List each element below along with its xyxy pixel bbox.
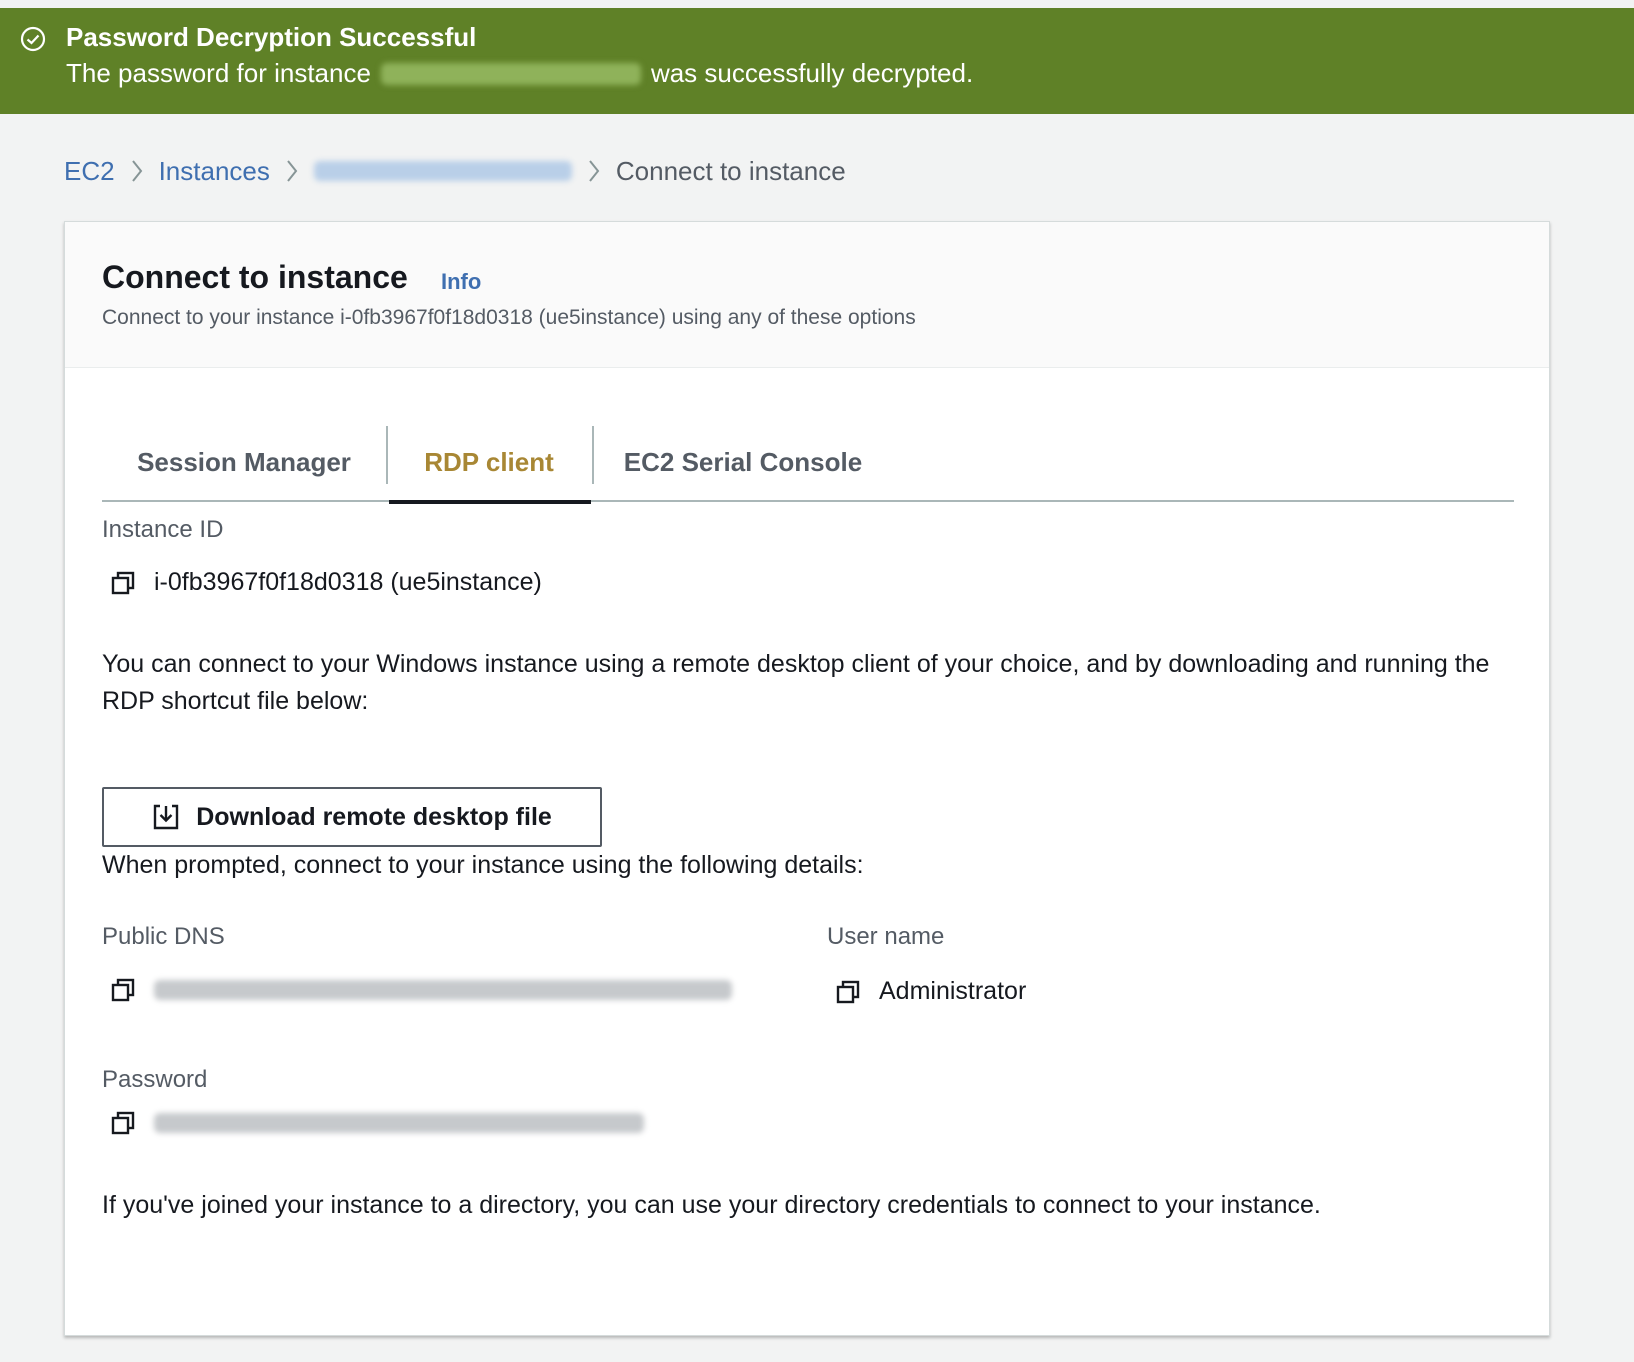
user-name-label: User name [827,923,945,950]
breadcrumb: EC2 Instances Connect to instance [64,153,846,189]
public-dns-value-redacted [154,980,732,1000]
info-link[interactable]: Info [441,269,481,295]
card-header: Connect to instance Info Connect to your… [65,222,1549,368]
chevron-right-icon [572,156,616,186]
page-title: Connect to instance [102,259,408,295]
success-flash-banner: Password Decryption Successful The passw… [0,8,1634,114]
breadcrumb-instances-link[interactable]: Instances [159,156,270,187]
tab-ec2-serial-console[interactable]: EC2 Serial Console [593,422,893,502]
prompt-text: When prompted, connect to your instance … [102,851,864,879]
instance-id-value: i-0fb3967f0f18d0318 (ue5instance) [154,568,542,596]
chevron-right-icon [270,156,314,186]
connect-card: Connect to instance Info Connect to your… [64,221,1550,1336]
user-name-row: Administrator [835,977,1026,1006]
password-row [110,1110,644,1136]
breadcrumb-instance-link-redacted[interactable] [313,161,572,181]
user-name-value: Administrator [879,977,1027,1005]
tab-rdp-client[interactable]: RDP client [387,422,591,504]
download-icon [152,803,180,831]
flash-message-suffix: was successfully decrypted. [650,58,974,88]
public-dns-row [110,977,732,1003]
breadcrumb-ec2-link[interactable]: EC2 [64,156,115,187]
breadcrumb-current: Connect to instance [615,155,846,186]
rdp-intro-text: You can connect to your Windows instance… [102,650,1490,715]
instance-id-row: i-0fb3967f0f18d0318 (ue5instance) [110,568,542,597]
instance-id-label: Instance ID [102,516,224,543]
directory-credentials-text: If you've joined your instance to a dire… [102,1191,1321,1219]
copy-icon[interactable] [110,570,136,596]
check-circle-icon [20,26,46,52]
flash-message: The password for instance was successful… [66,58,973,89]
download-rdp-file-button[interactable]: Download remote desktop file [102,787,602,847]
download-button-label: Download remote desktop file [196,802,552,831]
public-dns-label: Public DNS [102,923,225,950]
copy-icon[interactable] [110,1110,136,1136]
copy-icon[interactable] [835,979,861,1005]
password-label: Password [102,1066,208,1093]
chevron-right-icon [115,156,159,186]
tab-session-manager[interactable]: Session Manager [102,422,386,502]
flash-message-prefix: The password for instance [66,58,371,88]
flash-title: Password Decryption Successful [66,22,477,52]
tab-bar: Session Manager RDP client EC2 Serial Co… [102,422,1514,504]
card-description: Connect to your instance i-0fb3967f0f18d… [102,306,916,329]
password-value-redacted [154,1113,644,1133]
redacted-instance-id [380,62,641,85]
copy-icon[interactable] [110,977,136,1003]
